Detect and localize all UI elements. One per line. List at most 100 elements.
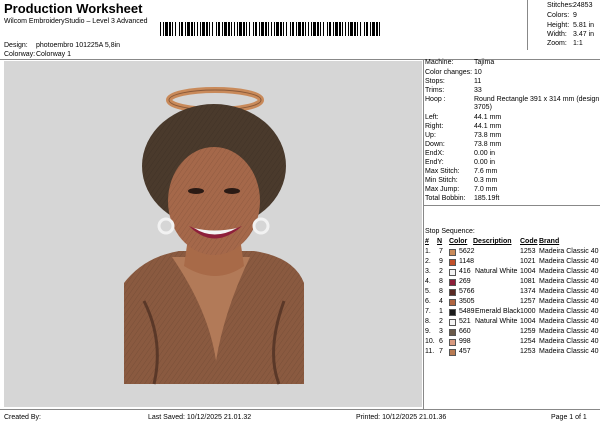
barcode-bar — [216, 22, 217, 36]
row-code: 1000 — [520, 308, 536, 315]
barcode-bar — [345, 22, 346, 36]
barcode-bar — [280, 22, 282, 36]
barcode-bar — [360, 22, 361, 36]
row-n: 8 — [439, 288, 443, 295]
row-n: 7 — [439, 248, 443, 255]
row-color-number: 998 — [459, 338, 471, 345]
row-number: 10. — [425, 338, 435, 345]
row-color-number: 1148 — [459, 258, 475, 265]
info-divider — [423, 205, 600, 206]
row-code: 1004 — [520, 268, 536, 275]
barcode-bar — [175, 22, 176, 36]
stat-zoom: Zoom: 1:1 — [547, 40, 583, 47]
row-brand: Madeira Classic 40 — [539, 348, 599, 355]
barcode-bar — [255, 22, 257, 36]
barcode-bar — [274, 22, 275, 36]
barcode-bar — [224, 22, 227, 36]
barcode-bar — [342, 22, 343, 36]
row-code: 1259 — [520, 328, 536, 335]
barcode-bar — [298, 22, 301, 36]
barcode-bar — [313, 22, 316, 36]
barcode-bar — [228, 22, 230, 36]
barcode-bar — [206, 22, 208, 36]
barcode-bar — [165, 22, 168, 36]
footer-page: Page 1 of 1 — [551, 414, 587, 421]
info-min-stitch: Min Stitch: 0.3 mm — [425, 177, 498, 184]
row-number: 5. — [425, 288, 431, 295]
row-n: 4 — [439, 298, 443, 305]
col-header-n: N — [437, 238, 443, 245]
colorway-label: Colorway: — [4, 51, 36, 58]
barcode-bar — [222, 22, 223, 36]
row-brand: Madeira Classic 40 — [539, 268, 599, 275]
footer-last-saved: Last Saved: 10/12/2025 21.01.32 — [148, 414, 252, 421]
barcode-bar — [296, 22, 297, 36]
row-color-number: 5622 — [459, 248, 475, 255]
color-swatch — [449, 329, 456, 336]
info-up: Up: 73.8 mm — [425, 132, 502, 139]
row-number: 3. — [425, 268, 431, 275]
row-code: 1253 — [520, 348, 536, 355]
row-description: Emerald Black — [475, 308, 521, 315]
row-n: 1 — [439, 308, 443, 315]
col-header-code: Code — [520, 238, 538, 245]
barcode-bar — [348, 22, 349, 36]
embroidery-portrait — [124, 87, 304, 385]
row-code: 1253 — [520, 248, 536, 255]
barcode-bar — [194, 22, 195, 36]
barcode-bar — [305, 22, 306, 36]
info-max-jump: Max Jump: 7.0 mm — [425, 186, 498, 193]
stat-height: Height: 5.81 in — [547, 22, 595, 29]
row-number: 7. — [425, 308, 431, 315]
color-swatch — [449, 309, 456, 316]
barcode-bar — [169, 22, 171, 36]
row-brand: Madeira Classic 40 — [539, 308, 599, 315]
barcode-bar — [181, 22, 183, 36]
barcode-bar — [364, 22, 365, 36]
software-name: Wilcom EmbroideryStudio – Level 3 Advanc… — [4, 18, 148, 25]
barcode-bar — [243, 22, 245, 36]
info-total-bobbin: Total Bobbin: 185.19ft — [425, 195, 500, 202]
barcode-bar — [209, 22, 210, 36]
barcode-bar — [379, 22, 380, 36]
barcode-bar — [237, 22, 238, 36]
color-swatch — [449, 349, 456, 356]
barcode-bar — [292, 22, 294, 36]
info-right: Right: 44.1 mm — [425, 123, 502, 130]
barcode-bar — [265, 22, 267, 36]
barcode-bar — [308, 22, 309, 36]
row-color-number: 3505 — [459, 298, 475, 305]
row-brand: Madeira Classic 40 — [539, 288, 599, 295]
barcode-bar — [234, 22, 235, 36]
row-color-number: 416 — [459, 268, 471, 275]
design-name: photoembro 101225A 5,8in — [36, 42, 121, 49]
barcode-bar — [335, 22, 338, 36]
barcode-bar — [249, 22, 250, 36]
barcode-bar — [370, 22, 371, 36]
info-down: Down: 73.8 mm — [425, 141, 502, 148]
col-header-description: Description — [473, 238, 512, 245]
barcode-bar — [354, 22, 356, 36]
color-swatch — [449, 249, 456, 256]
barcode-bar — [271, 22, 272, 36]
row-color-number: 5489 — [459, 308, 475, 315]
barcode-bar — [212, 22, 213, 36]
barcode-bar — [172, 22, 173, 36]
barcode-bar — [283, 22, 284, 36]
row-description: Natural White — [475, 318, 518, 325]
stat-colors: Colors: 9 — [547, 12, 577, 19]
barcode-bar — [268, 22, 269, 36]
color-swatch — [449, 279, 456, 286]
barcode-bar — [259, 22, 260, 36]
row-n: 2 — [439, 318, 443, 325]
barcode-bar — [317, 22, 319, 36]
row-n: 7 — [439, 348, 443, 355]
row-brand: Madeira Classic 40 — [539, 298, 599, 305]
barcode-bar — [261, 22, 264, 36]
info-left: Left: 44.1 mm — [425, 114, 502, 121]
barcode-bar — [327, 22, 328, 36]
barcode-bar — [329, 22, 331, 36]
barcode — [160, 22, 380, 36]
row-brand: Madeira Classic 40 — [539, 318, 599, 325]
row-number: 8. — [425, 318, 431, 325]
